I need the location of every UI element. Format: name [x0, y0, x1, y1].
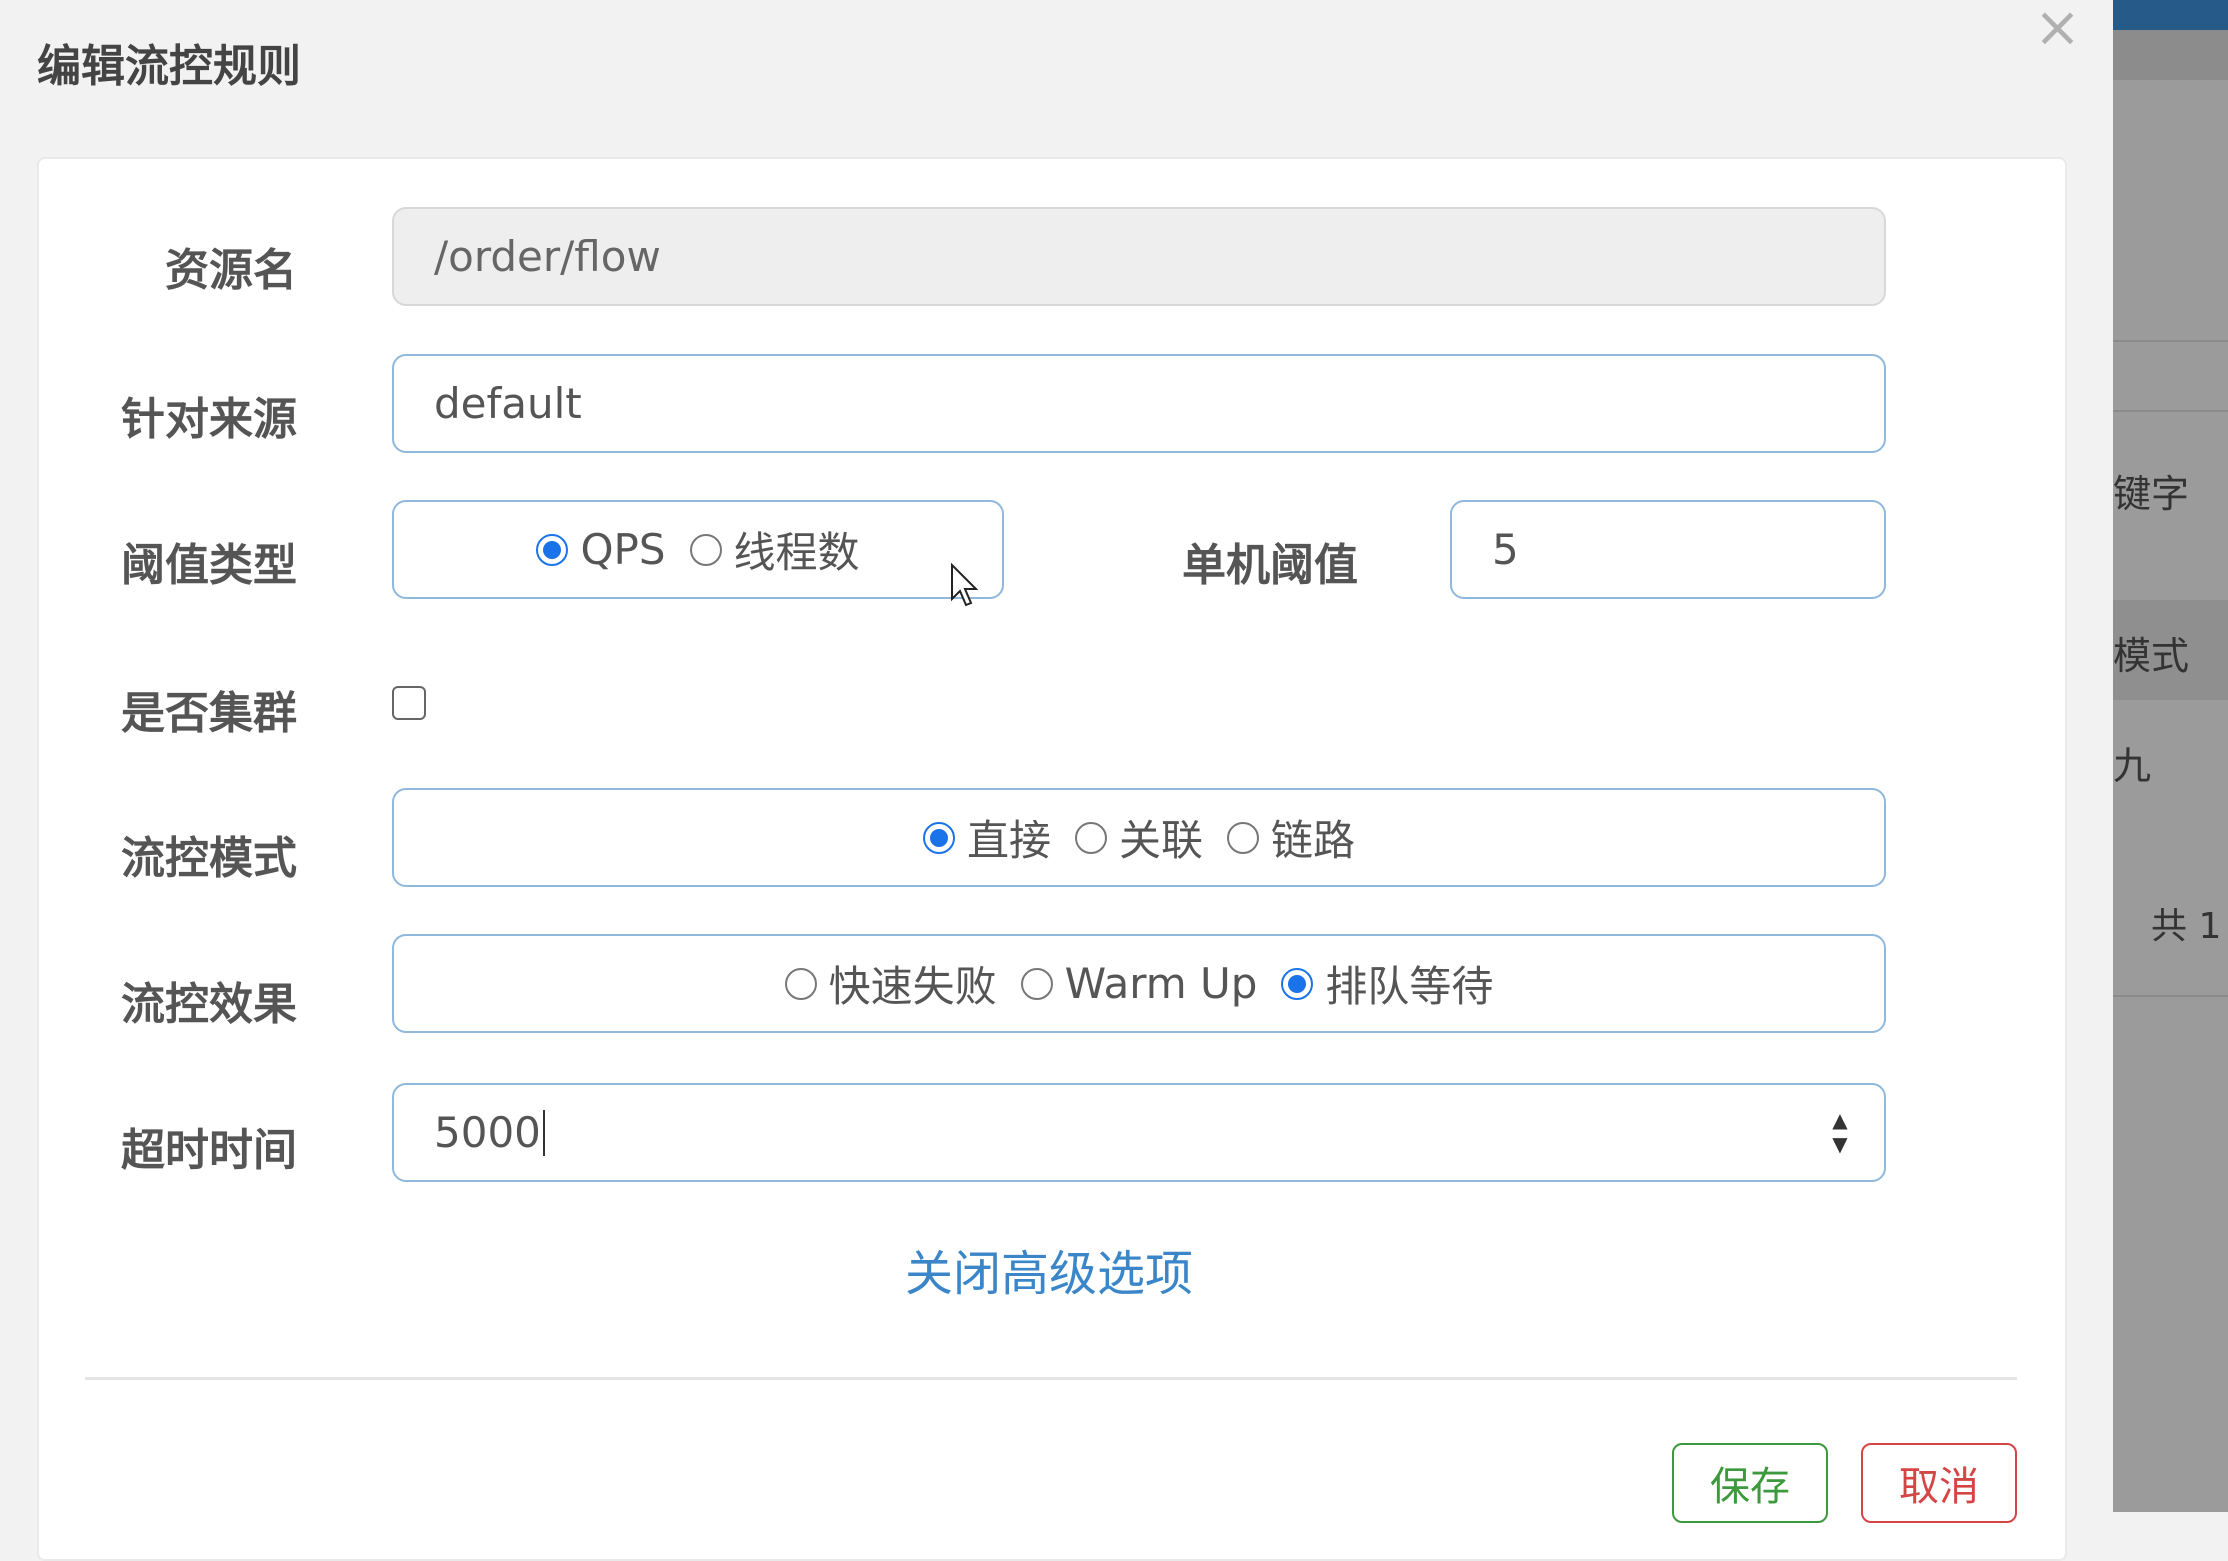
background-text: 模式 [2113, 634, 2190, 678]
radio-checked-icon[interactable] [1281, 967, 1314, 1000]
radio-direct[interactable]: 直接 [922, 807, 1051, 868]
mouse-cursor-icon [951, 563, 979, 607]
radio-label: 线程数 [733, 528, 860, 577]
radio-related[interactable]: 关联 [1074, 807, 1203, 868]
radio-thread-count[interactable]: 线程数 [689, 519, 860, 580]
radio-label: 关联 [1118, 816, 1203, 865]
background-text: 九 [2113, 744, 2152, 788]
background-page: 键字 模式 九 共 1 [2113, 0, 2228, 1512]
radio-fast-fail[interactable]: 快速失败 [784, 953, 997, 1014]
background-divider [2113, 995, 2228, 997]
timeout-value: 5000 [434, 1108, 541, 1157]
radio-label: 快速失败 [828, 962, 997, 1011]
timeout-label: 超时时间 [121, 1125, 297, 1176]
radio-unchecked-icon[interactable] [689, 533, 722, 566]
spinner-down-icon[interactable]: ▼ [1832, 1132, 1847, 1156]
origin-label: 针对来源 [121, 394, 297, 445]
background-header-bar [2113, 0, 2228, 30]
single-threshold-label: 单机阈值 [1182, 540, 1358, 591]
timeout-input[interactable]: 5000 ▲ ▼ [392, 1083, 1886, 1182]
resource-value: /order/flow [434, 232, 661, 281]
resource-input: /order/flow [392, 207, 1886, 306]
flow-effect-label: 流控效果 [121, 979, 297, 1030]
radio-unchecked-icon[interactable] [784, 967, 817, 1000]
background-divider [2113, 340, 2228, 342]
radio-label: 链路 [1271, 816, 1356, 865]
radio-unchecked-icon[interactable] [1227, 821, 1259, 854]
radio-checked-icon[interactable] [922, 821, 955, 854]
cluster-checkbox[interactable] [392, 686, 426, 720]
background-text: 键字 [2113, 472, 2190, 516]
background-divider [2113, 410, 2228, 412]
flow-mode-radio-group: 直接 关联 链路 [392, 788, 1886, 887]
radio-queue-wait[interactable]: 排队等待 [1281, 953, 1493, 1014]
threshold-type-radio-group: QPS 线程数 [392, 500, 1004, 599]
radio-label: Warm Up [1064, 959, 1258, 1008]
number-spinner-icon[interactable]: ▲ ▼ [1818, 1107, 1862, 1157]
radio-unchecked-icon[interactable] [1020, 967, 1053, 1000]
radio-warm-up[interactable]: Warm Up [1020, 959, 1258, 1008]
flow-mode-label: 流控模式 [121, 833, 297, 884]
background-text: 共 1 [2151, 906, 2222, 947]
radio-label: 直接 [966, 816, 1051, 865]
dialog-title: 编辑流控规则 [37, 41, 301, 92]
radio-label: 排队等待 [1325, 962, 1494, 1011]
resource-label: 资源名 [165, 245, 297, 296]
text-caret [542, 1109, 545, 1156]
origin-value: default [434, 379, 582, 428]
close-icon[interactable]: × [2034, 0, 2081, 56]
toggle-advanced-link[interactable]: 关闭高级选项 [905, 1234, 1193, 1304]
cluster-label: 是否集群 [121, 688, 297, 739]
spinner-up-icon[interactable]: ▲ [1832, 1108, 1847, 1132]
threshold-type-label: 阈值类型 [121, 540, 297, 591]
origin-input[interactable]: default [392, 354, 1886, 453]
single-threshold-value: 5 [1492, 525, 1519, 574]
cancel-button[interactable]: 取消 [1861, 1443, 2017, 1523]
radio-chain[interactable]: 链路 [1227, 807, 1355, 868]
flow-effect-radio-group: 快速失败 Warm Up 排队等待 [392, 934, 1886, 1033]
radio-qps[interactable]: QPS [536, 525, 666, 574]
radio-label: QPS [580, 525, 666, 574]
background-band [2113, 30, 2228, 80]
save-button[interactable]: 保存 [1672, 1443, 1828, 1523]
radio-unchecked-icon[interactable] [1074, 821, 1107, 854]
footer-divider [85, 1377, 2017, 1380]
single-threshold-input[interactable]: 5 [1450, 500, 1886, 599]
radio-checked-icon[interactable] [536, 533, 569, 566]
